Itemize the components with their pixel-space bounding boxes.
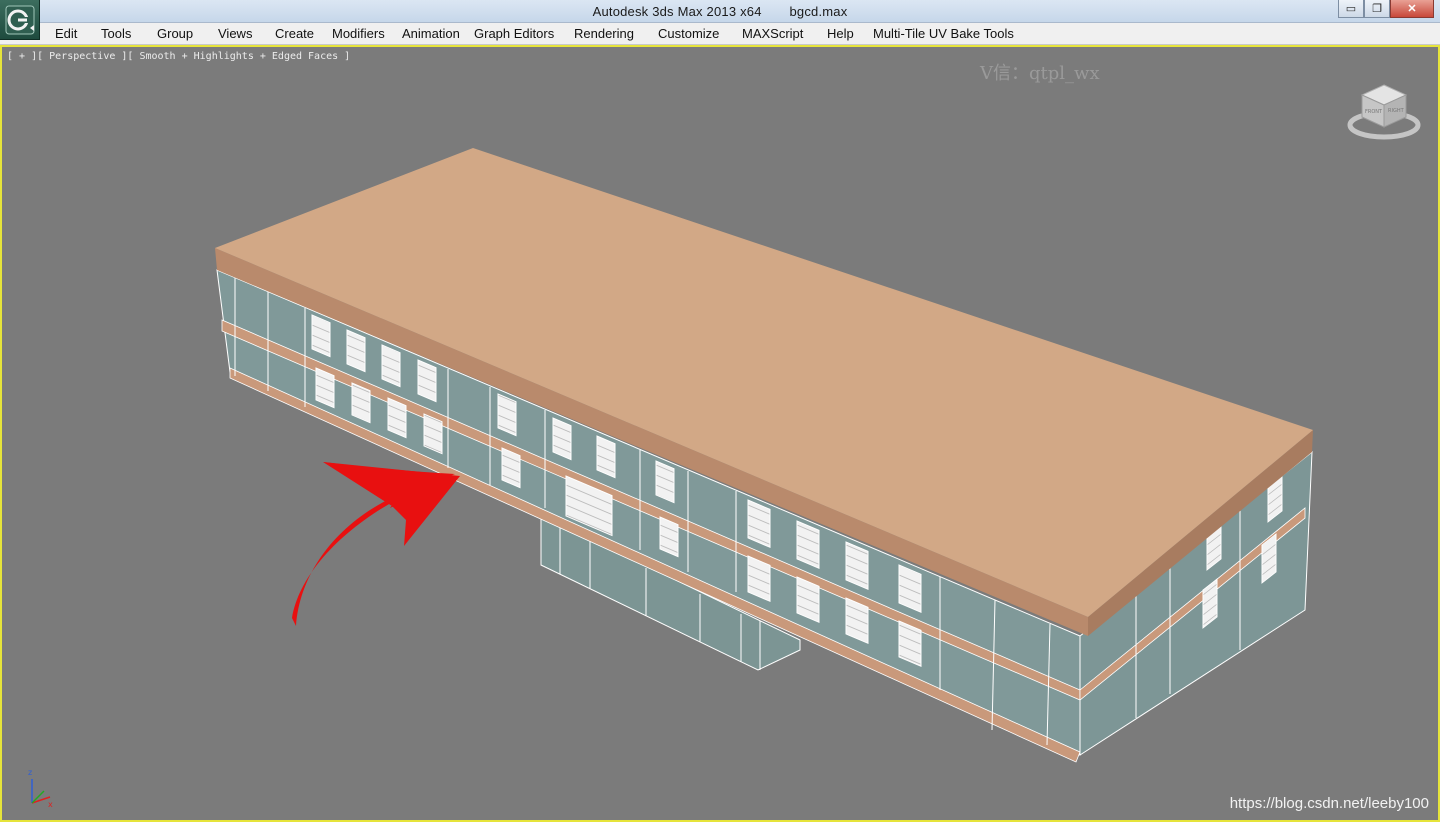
menu-animation[interactable]: Animation (402, 26, 460, 41)
menu-multi-tile-uv-bake-tools[interactable]: Multi-Tile UV Bake Tools (873, 26, 1014, 41)
menu-edit[interactable]: Edit (55, 26, 77, 41)
app-title: Autodesk 3ds Max 2013 x64 (592, 4, 762, 19)
axis-tripod-icon: z x (24, 765, 58, 809)
window-title: Autodesk 3ds Max 2013 x64 bgcd.max (0, 4, 1440, 19)
viewcube-icon[interactable]: FRONT RIGHT (1346, 79, 1422, 141)
axis-x-label: x (48, 800, 53, 809)
perspective-viewport[interactable]: [ + ][ Perspective ][ Smooth + Highlight… (0, 45, 1440, 822)
scene-canvas[interactable] (0, 45, 1440, 822)
menu-maxscript[interactable]: MAXScript (742, 26, 803, 41)
menu-help[interactable]: Help (827, 26, 854, 41)
watermark-top: V信：qtpl_wx (980, 63, 1100, 84)
menu-graph-editors[interactable]: Graph Editors (474, 26, 554, 41)
viewcube-right-label: RIGHT (1388, 108, 1405, 114)
watermark-bottom: https://blog.csdn.net/leeby100 (1229, 795, 1429, 812)
menu-tools[interactable]: Tools (101, 26, 131, 41)
3dsmax-logo-icon[interactable] (0, 0, 40, 40)
axis-z-label: z (28, 768, 32, 777)
restore-button[interactable]: ❐ (1364, 0, 1390, 18)
menu-customize[interactable]: Customize (658, 26, 719, 41)
minimize-button[interactable]: ▭ (1338, 0, 1364, 18)
viewport-label[interactable]: [ + ][ Perspective ][ Smooth + Highlight… (7, 51, 350, 62)
menu-bar: Edit Tools Group Views Create Modifiers … (0, 23, 1440, 45)
menu-group[interactable]: Group (157, 26, 193, 41)
menu-rendering[interactable]: Rendering (574, 26, 634, 41)
red-arrow-icon (292, 462, 460, 626)
close-button[interactable]: ✕ (1390, 0, 1434, 18)
window-controls: ▭ ❐ ✕ (1338, 0, 1434, 18)
title-bar: Autodesk 3ds Max 2013 x64 bgcd.max ▭ ❐ ✕ (0, 0, 1440, 23)
menu-modifiers[interactable]: Modifiers (332, 26, 385, 41)
menu-views[interactable]: Views (218, 26, 252, 41)
menu-create[interactable]: Create (275, 26, 314, 41)
viewcube-front-label: FRONT (1365, 109, 1383, 115)
file-name: bgcd.max (789, 4, 848, 19)
